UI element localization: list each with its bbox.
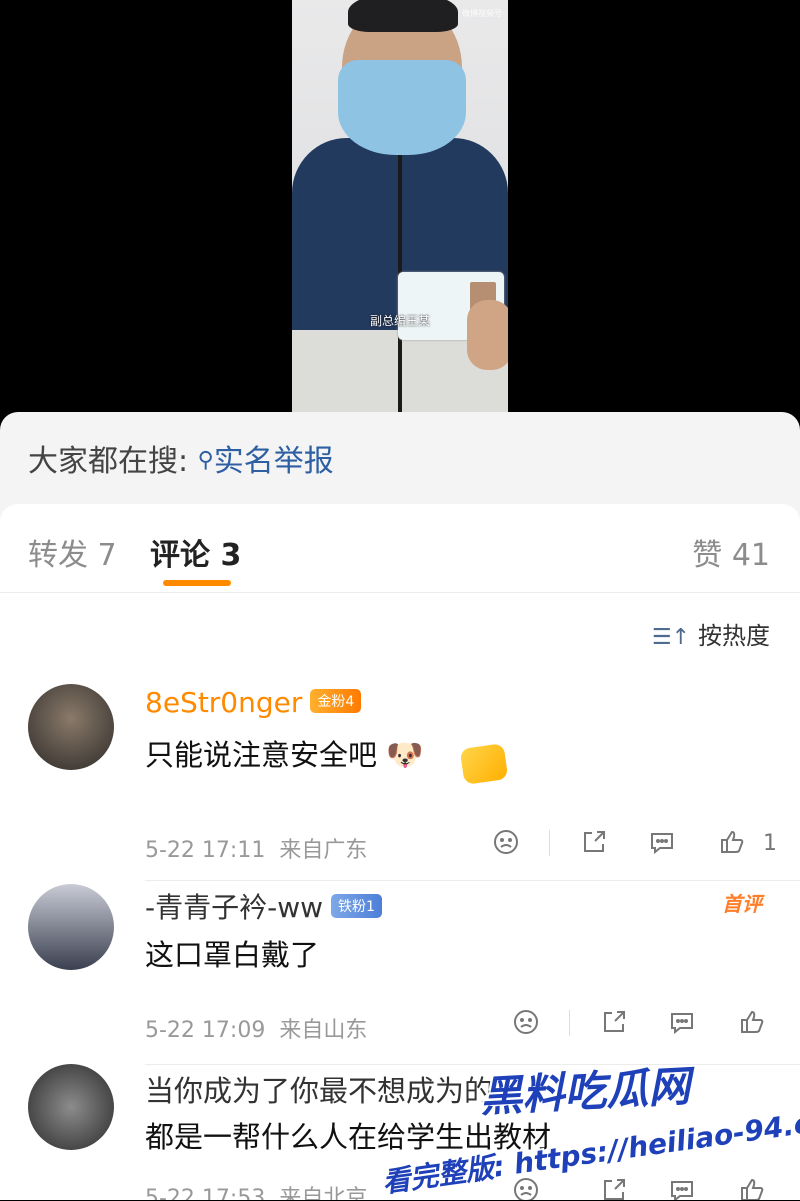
- first-comment-tag: 首评: [722, 892, 762, 916]
- video-player[interactable]: 副总编王某 微博视频号: [0, 0, 800, 420]
- share-icon[interactable]: [580, 828, 608, 862]
- doge-emoji-icon: 🐶: [386, 738, 424, 773]
- comment-location: 来自北京: [279, 1186, 368, 1200]
- divider: [549, 830, 550, 856]
- username-text: 8eStr0nger: [145, 686, 303, 719]
- trending-prefix: 大家都在搜:: [28, 444, 189, 479]
- dislike-icon[interactable]: [492, 828, 520, 862]
- comment-text: 只能说注意安全吧 🐶: [145, 732, 424, 774]
- comment-text: 这口罩白戴了: [145, 938, 320, 972]
- person-hand: [467, 300, 508, 370]
- avatar[interactable]: [28, 684, 114, 770]
- fan-badge: 铁粉1: [331, 894, 382, 918]
- reply-icon[interactable]: [668, 1008, 696, 1042]
- avatar[interactable]: [28, 1064, 114, 1150]
- fan-badge: 金粉4: [310, 689, 362, 713]
- face-mask: [338, 60, 466, 155]
- divider: [569, 1010, 570, 1036]
- gold-badge-icon: [459, 743, 509, 785]
- comment-meta: 5-22 17:09 来自山东: [145, 1012, 367, 1044]
- trending-search[interactable]: 大家都在搜: ⚲实名举报: [28, 436, 334, 480]
- comment-username[interactable]: -青青子衿-ww 铁粉1: [145, 886, 382, 926]
- comment-location: 来自山东: [279, 1018, 368, 1043]
- comment-time: 5-22 17:11: [145, 838, 266, 863]
- thumb-up-icon[interactable]: [738, 1008, 766, 1042]
- video-caption: 副总编王某: [369, 314, 430, 328]
- tab-comments[interactable]: 评论 3: [150, 530, 241, 574]
- watermark-title: 黑料吃瓜网: [479, 1061, 692, 1122]
- tab-reposts[interactable]: 转发 7: [28, 530, 117, 574]
- sort-button[interactable]: ☰↑ 按热度: [652, 616, 770, 651]
- video-frame: 副总编王某 微博视频号: [292, 0, 508, 412]
- comment-time: 5-22 17:09: [145, 1018, 266, 1043]
- comment-location: 来自广东: [279, 838, 368, 863]
- like-count: 1: [763, 831, 777, 856]
- comment-divider: [145, 880, 800, 881]
- comment-username[interactable]: 8eStr0nger 金粉4: [145, 686, 362, 719]
- person-hair: [348, 0, 458, 32]
- sort-label: 按热度: [698, 622, 770, 650]
- active-tab-indicator: [163, 580, 231, 586]
- tab-likes[interactable]: 赞 41: [692, 530, 770, 574]
- tab-divider: [0, 592, 800, 593]
- search-icon: ⚲: [197, 448, 214, 473]
- comment-time: 5-22 17:53: [145, 1186, 266, 1200]
- avatar[interactable]: [28, 884, 114, 970]
- share-icon[interactable]: [600, 1008, 628, 1042]
- video-watermark: 微博视频号: [462, 9, 502, 18]
- dislike-icon[interactable]: [512, 1008, 540, 1042]
- thumb-up-icon: [718, 830, 746, 862]
- comment-meta: 5-22 17:11 来自广东: [145, 832, 367, 864]
- trending-keyword[interactable]: 实名举报: [214, 444, 334, 479]
- sort-icon: ☰↑: [651, 625, 690, 650]
- like-button[interactable]: 1: [718, 828, 777, 862]
- comment-meta: 5-22 17:53 来自北京: [145, 1180, 367, 1200]
- comment-text-content: 只能说注意安全吧: [145, 738, 378, 772]
- username-text: -青青子衿-ww: [145, 891, 324, 924]
- site-watermark: 黑料吃瓜网 看完整版: https://heiliao-94.com: [380, 1058, 800, 1200]
- reply-icon[interactable]: [648, 828, 676, 862]
